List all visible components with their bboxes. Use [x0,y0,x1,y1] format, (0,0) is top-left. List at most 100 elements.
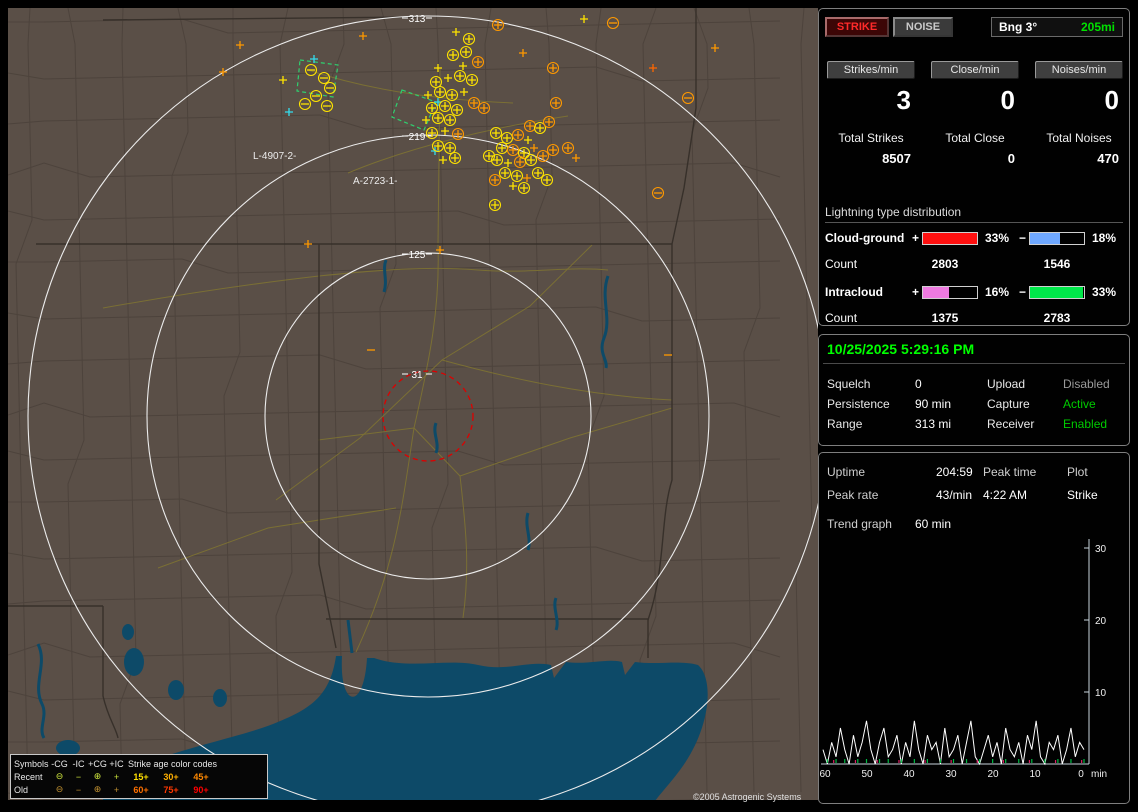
strike-stats-panel: STRIKE NOISE Bng 3° 205mi Strikes/min Cl… [818,8,1130,326]
strike-symbol [453,69,467,83]
strike-symbol [477,101,491,115]
strike-symbol [542,115,556,129]
strike-symbol [431,139,445,153]
positive-sign: + [911,231,919,245]
bearing-label: Bng 3° [999,20,1038,34]
legend-column-header: +IC [109,758,124,769]
strike-symbol [465,73,479,87]
trend-line [822,720,1085,766]
cloud-ground-label: Cloud-ground [825,231,905,245]
strike-symbol [433,85,447,99]
persistence-value: 90 min [915,397,952,411]
legend-column-header: +CG [88,758,107,769]
receiver-status-panel: 10/25/2025 5:29:16 PM Squelch 0 Upload D… [818,334,1130,446]
strike-symbol [561,141,575,155]
trend-x-tick: 10 [1029,769,1041,780]
legend-row-label: Recent [14,771,43,782]
strikes-per-min-button[interactable]: Strikes/min [827,61,915,79]
ic-positive-percent: 16% [984,285,1010,299]
strike-symbol [549,96,563,110]
intracloud-counts: Count 1375 2783 [819,311,1131,325]
cg-positive-count: 2803 [931,257,959,271]
close-per-min-button[interactable]: Close/min [931,61,1019,79]
strike-symbol [546,61,560,75]
lightning-map[interactable]: 313 219 125 31 L-4907-2- A-2723-1- Symbols -CG… [8,8,818,800]
strikes-per-min-value: 3 [896,85,911,115]
cloud-ground-counts: Count 2803 1546 [819,257,1131,271]
legend-age-title: Strike age color codes [128,758,218,769]
datetime-display: 10/25/2025 5:29:16 PM [827,341,975,357]
trend-y-tick: 30 [1095,544,1107,555]
peak-time-label: Peak time [983,465,1037,479]
strike-symbol [524,153,538,167]
capture-label: Capture [987,397,1030,411]
receiver-label: Receiver [987,417,1035,431]
strike-symbol [462,32,476,46]
strike-symbol [443,141,457,155]
strike-symbol [471,55,485,69]
squelch-label: Squelch [827,377,871,391]
receiver-status: Enabled [1063,417,1108,431]
total-strikes-value: 8507 [882,151,911,166]
ring-distance-label: 313 [409,14,426,25]
map-canvas[interactable]: 313 219 125 31 L-4907-2- A-2723-1- [8,8,818,800]
trend-x-tick: 20 [987,769,999,780]
strike-toggle-button[interactable]: STRIKE [825,17,889,37]
cg-negative-bar [1029,231,1085,245]
strike-symbol [491,18,505,32]
noises-per-min-value: 0 [1104,85,1119,115]
range-label: Range [827,417,863,431]
plot-value: Strike [1067,488,1098,502]
negative-sign: − [1018,231,1026,245]
strike-symbol [546,143,560,157]
copyright-text: ©2005 Astrogenic Systems [693,792,802,802]
strike-symbol [536,149,550,163]
age-code: 45+ [193,771,209,782]
peak-time-value: 4:22 AM [983,488,1028,502]
distribution-title: Lightning type distribution [825,205,1123,223]
total-strikes-label: Total Strikes [838,131,904,145]
trend-x-tick: 50 [861,769,873,780]
total-noises-label: Total Noises [1046,131,1112,145]
strike-symbol-glyph: ⊕ [93,784,102,794]
trend-x-tick: 30 [945,769,957,780]
count-label: Count [825,257,858,271]
ic-negative-bar [1029,285,1085,299]
total-noises-value: 470 [1097,151,1119,166]
trend-x-tick: 60 [819,769,831,780]
strike-symbol [540,173,554,187]
strike-symbol [511,128,525,142]
trend-window-value: 60 min [915,517,952,531]
age-code: 60+ [133,784,149,795]
ic-negative-count: 2783 [1043,311,1071,325]
strike-symbol [523,119,537,133]
strike-symbol-glyph: ⊖ [55,771,64,781]
strike-symbol [498,166,512,180]
age-code: 90+ [193,784,209,795]
strike-symbol [448,151,462,165]
close-per-min-value: 0 [1000,85,1015,115]
strike-symbol [490,153,504,167]
strike-symbol [459,45,473,59]
peak-rate-label: Peak rate [827,488,879,502]
strike-symbol-glyph: − [75,784,82,795]
trend-graph-label: Trend graph [827,517,892,531]
strike-symbol [489,126,503,140]
ic-positive-bar [922,285,978,299]
squelch-value: 0 [915,377,922,391]
trend-y-tick: 10 [1095,688,1107,699]
count-label: Count [825,311,858,325]
strike-symbol [510,169,524,183]
strike-symbol [425,101,439,115]
legend-row-label: Old [14,784,29,795]
noises-per-min-button[interactable]: Noises/min [1035,61,1123,79]
legend-column-header: -CG [51,758,68,769]
trend-x-unit: min [1091,769,1107,780]
noise-toggle-button[interactable]: NOISE [893,17,953,37]
strike-symbol [488,198,502,212]
plot-label: Plot [1067,465,1088,479]
strike-symbol [506,143,520,157]
strike-symbol [513,155,527,169]
strike-symbol [488,173,502,187]
strike-symbol [500,131,514,145]
